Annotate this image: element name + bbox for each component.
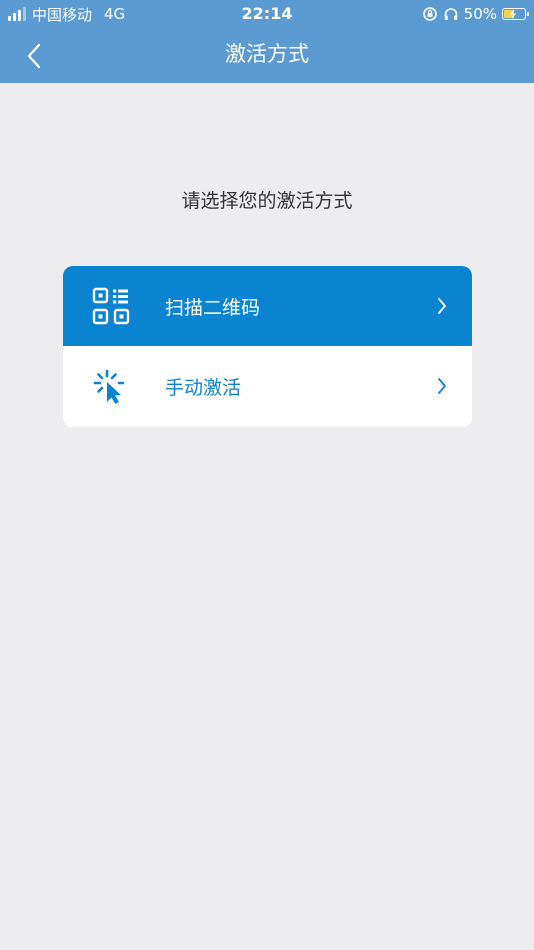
battery-icon (502, 8, 529, 20)
chevron-right-icon (432, 376, 452, 396)
scan-qr-label: 扫描二维码 (165, 296, 261, 319)
scan-qr-option[interactable]: 扫描二维码 (63, 266, 472, 346)
header: 中国移动 4G 22:14 50% 激活方式 (0, 0, 534, 83)
chevron-left-icon (27, 43, 41, 69)
battery-percent: 50% (463, 5, 497, 23)
chevron-right-icon (432, 296, 452, 316)
qr-code-icon (91, 286, 131, 326)
rotation-lock-icon (422, 7, 437, 21)
activation-prompt: 请选择您的激活方式 (181, 190, 353, 212)
click-cursor-icon (91, 367, 131, 407)
manual-activation-label: 手动激活 (165, 377, 242, 399)
back-button[interactable] (16, 38, 52, 74)
status-bar: 中国移动 4G 22:14 50% (0, 0, 534, 28)
activation-options: 扫描二维码 手动激活 (63, 266, 472, 427)
status-right: 50% (422, 4, 529, 24)
manual-activation-option[interactable]: 手动激活 (63, 346, 472, 427)
nav-bar: 激活方式 (0, 28, 534, 83)
headphones-icon (444, 8, 457, 20)
page-title: 激活方式 (225, 42, 309, 66)
